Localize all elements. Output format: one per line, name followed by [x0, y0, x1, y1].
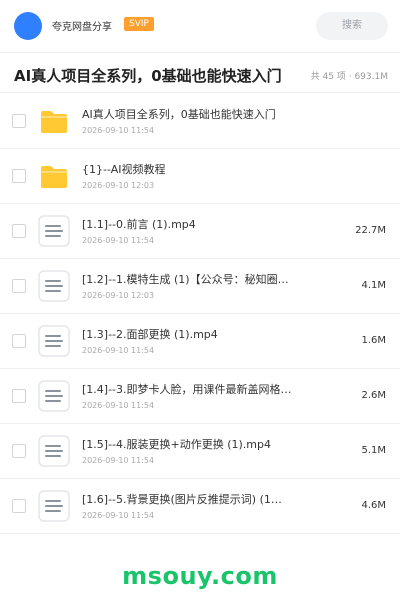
file-name[interactable]: {1}--AI视频教程 [82, 161, 302, 177]
list-item[interactable]: [1.3]--2.面部更换 (1).mp4 2026-09-10 11:54 1.6… [0, 314, 400, 369]
document-icon [38, 325, 70, 357]
top-bar: 夸克网盘分享 SVIP 搜索 [0, 0, 400, 53]
file-name[interactable]: [1.5]--4.服装更换+动作更换 (1).mp4 [82, 436, 302, 452]
file-name[interactable]: [1.1]--0.前言 (1).mp4 [82, 216, 302, 232]
row-checkbox[interactable] [12, 224, 26, 238]
row-checkbox[interactable] [12, 444, 26, 458]
file-date: 2026-09-10 11:54 [82, 126, 155, 135]
file-size: 4.6M [361, 500, 386, 511]
list-item[interactable]: [1.6]--5.背景更换(图片反推提示词) (1… 2026-09-10 11:… [0, 479, 400, 534]
file-size: 4.1M [361, 280, 386, 291]
file-date: 2026-09-10 12:03 [82, 291, 155, 300]
user-name[interactable]: 夸克网盘分享 [52, 18, 112, 33]
row-checkbox[interactable] [12, 499, 26, 513]
folder-icon [38, 160, 70, 192]
file-name[interactable]: [1.6]--5.背景更换(图片反推提示词) (1… [82, 491, 302, 507]
file-size: 5.1M [361, 445, 386, 456]
list-item[interactable]: [1.2]--1.模特生成 (1)【公众号：秘知圈… 2026-09-10 12:… [0, 259, 400, 314]
list-item[interactable]: {1}--AI视频教程 2026-09-10 12:03 [0, 149, 400, 204]
row-checkbox[interactable] [12, 169, 26, 183]
folder-icon [38, 105, 70, 137]
page-title: AI真人项目全系列，0基础也能快速入门 [14, 67, 282, 85]
folder-meta: 共 45 项 · 693.1M [310, 72, 388, 82]
avatar[interactable] [14, 12, 42, 40]
file-date: 2026-09-10 11:54 [82, 401, 155, 410]
svip-badge: SVIP [124, 17, 154, 31]
file-name[interactable]: AI真人项目全系列，0基础也能快速入门 [82, 106, 302, 122]
share-page: 夸克网盘分享 SVIP 搜索 AI真人项目全系列，0基础也能快速入门 共 45 … [0, 0, 400, 600]
file-date: 2026-09-10 12:03 [82, 181, 155, 190]
file-name[interactable]: [1.2]--1.模特生成 (1)【公众号：秘知圈… [82, 271, 302, 287]
file-size: 1.6M [361, 335, 386, 346]
file-date: 2026-09-10 11:54 [82, 346, 155, 355]
list-item[interactable]: [1.5]--4.服装更换+动作更换 (1).mp4 2026-09-10 11:… [0, 424, 400, 479]
file-date: 2026-09-10 11:54 [82, 456, 155, 465]
document-icon [38, 270, 70, 302]
document-icon [38, 435, 70, 467]
list-item[interactable]: [1.1]--0.前言 (1).mp4 2026-09-10 11:54 22.7M [0, 204, 400, 259]
document-icon [38, 380, 70, 412]
row-checkbox[interactable] [12, 389, 26, 403]
file-size: 22.7M [355, 225, 386, 236]
file-list: AI真人项目全系列，0基础也能快速入门 2026-09-10 11:54 {1}-… [0, 94, 400, 534]
file-date: 2026-09-10 11:54 [82, 236, 155, 245]
row-checkbox[interactable] [12, 114, 26, 128]
file-name[interactable]: [1.3]--2.面部更换 (1).mp4 [82, 326, 302, 342]
list-item[interactable]: [1.4]--3.即梦卡人脸，用课件最新盖网格方式… 2026-09-10 11:… [0, 369, 400, 424]
watermark: msouy.com [122, 562, 278, 590]
file-size: 2.6M [361, 390, 386, 401]
document-icon [38, 215, 70, 247]
row-checkbox[interactable] [12, 334, 26, 348]
search-input[interactable]: 搜索 [316, 12, 388, 40]
list-item[interactable]: AI真人项目全系列，0基础也能快速入门 2026-09-10 11:54 [0, 94, 400, 149]
file-date: 2026-09-10 11:54 [82, 511, 155, 520]
row-checkbox[interactable] [12, 279, 26, 293]
file-name[interactable]: [1.4]--3.即梦卡人脸，用课件最新盖网格方式… [82, 381, 302, 397]
divider [0, 92, 400, 93]
document-icon [38, 490, 70, 522]
